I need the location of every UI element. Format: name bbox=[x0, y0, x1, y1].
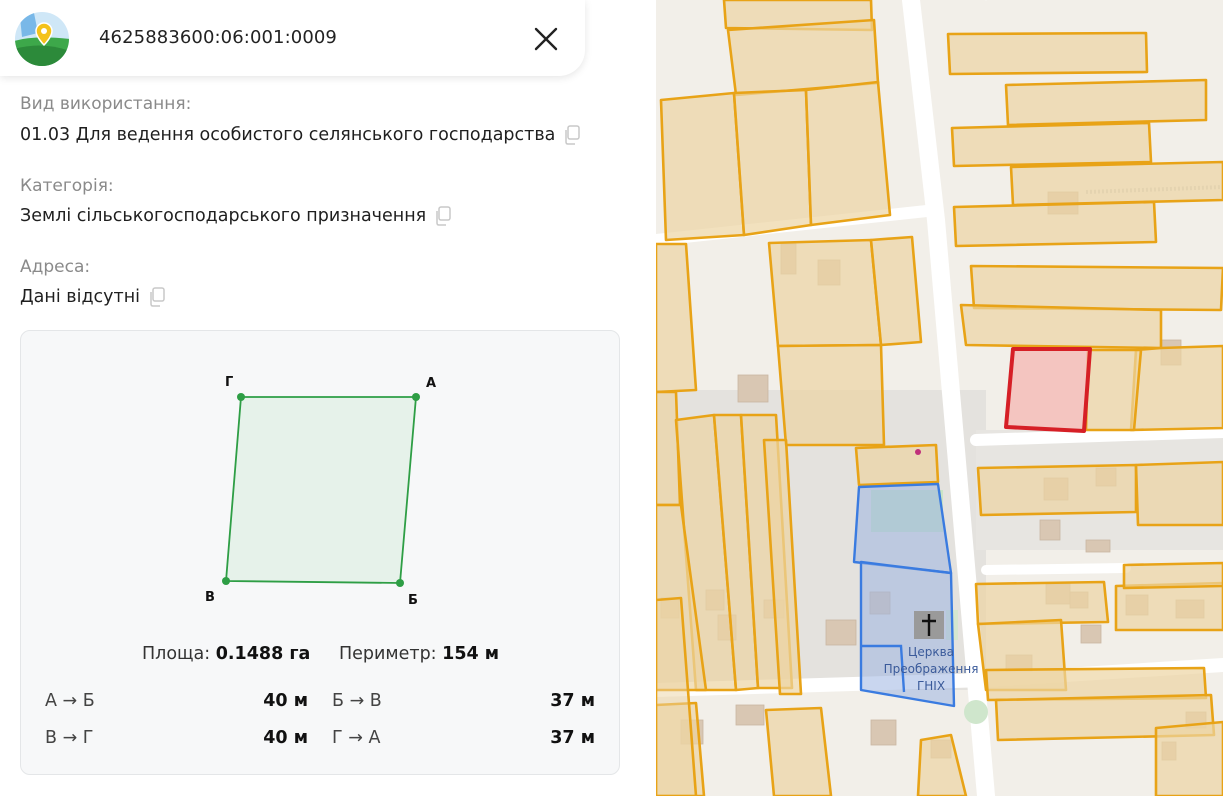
usage-value: 01.03 Для ведення особистого селянського… bbox=[20, 125, 581, 145]
side-bv-length: 37 м bbox=[550, 691, 595, 711]
side-vg-length: 40 м bbox=[263, 728, 308, 748]
side-ga-label: Г → А bbox=[332, 728, 381, 748]
selected-parcel[interactable] bbox=[1004, 347, 1092, 433]
vertex-g bbox=[237, 393, 245, 401]
side-vg-label: В → Г bbox=[45, 728, 94, 748]
copy-icon[interactable] bbox=[148, 287, 166, 307]
copy-icon[interactable] bbox=[563, 125, 581, 145]
usage-value-text: 01.03 Для ведення особистого селянського… bbox=[20, 125, 556, 145]
area-value: 0.1488 га bbox=[215, 644, 311, 664]
side-ab-label: А → Б bbox=[45, 691, 95, 711]
poi-label-line3: ГНІХ bbox=[917, 679, 945, 693]
close-button[interactable] bbox=[528, 21, 564, 57]
address-value: Дані відсутні bbox=[20, 287, 166, 307]
vertex-label-v: В bbox=[205, 590, 215, 605]
side-ab-length: 40 м bbox=[263, 691, 308, 711]
vertex-b bbox=[396, 579, 404, 587]
category-value: Землі сільськогосподарського призначення bbox=[20, 206, 452, 226]
vertex-a bbox=[412, 393, 420, 401]
address-value-text: Дані відсутні bbox=[20, 287, 141, 307]
perimeter-label: Периметр: bbox=[339, 644, 437, 664]
category-value-text: Землі сільськогосподарського призначення bbox=[20, 206, 427, 226]
usage-label: Вид використання: bbox=[20, 94, 192, 114]
perimeter-summary: Периметр: 154 м bbox=[339, 644, 499, 664]
copy-icon[interactable] bbox=[434, 206, 452, 226]
address-label: Адреса: bbox=[20, 257, 91, 277]
category-label: Категорія: bbox=[20, 176, 114, 196]
vertex-label-g: Г bbox=[225, 375, 234, 390]
vertex-label-a: А bbox=[426, 376, 437, 391]
side-ga-length: 37 м bbox=[550, 728, 595, 748]
plot-card: Г А В Б Площа: 0.1488 га Периметр: 154 м… bbox=[20, 330, 620, 775]
poi-label-line2: Преображення bbox=[884, 662, 979, 676]
vertex-label-b: Б bbox=[408, 593, 418, 608]
plot-shape bbox=[222, 393, 420, 587]
side-bv-label: Б → В bbox=[332, 691, 382, 711]
map-pin-logo-icon[interactable] bbox=[14, 11, 70, 67]
info-panel: 4625883600:06:001:0009 Вид використання:… bbox=[0, 0, 656, 796]
area-summary: Площа: 0.1488 га bbox=[142, 644, 310, 664]
cadastral-map[interactable]: Церква Преображення ГНІХ bbox=[656, 0, 1223, 796]
vertex-v bbox=[222, 577, 230, 585]
search-card: 4625883600:06:001:0009 bbox=[0, 0, 585, 76]
perimeter-value: 154 м bbox=[442, 644, 500, 664]
area-label: Площа: bbox=[142, 644, 211, 664]
map-canvas[interactable]: Церква Преображення ГНІХ bbox=[656, 0, 1223, 796]
poi-label-line1: Церква bbox=[908, 645, 954, 659]
cadastral-number: 4625883600:06:001:0009 bbox=[99, 27, 337, 48]
close-icon bbox=[534, 27, 558, 51]
